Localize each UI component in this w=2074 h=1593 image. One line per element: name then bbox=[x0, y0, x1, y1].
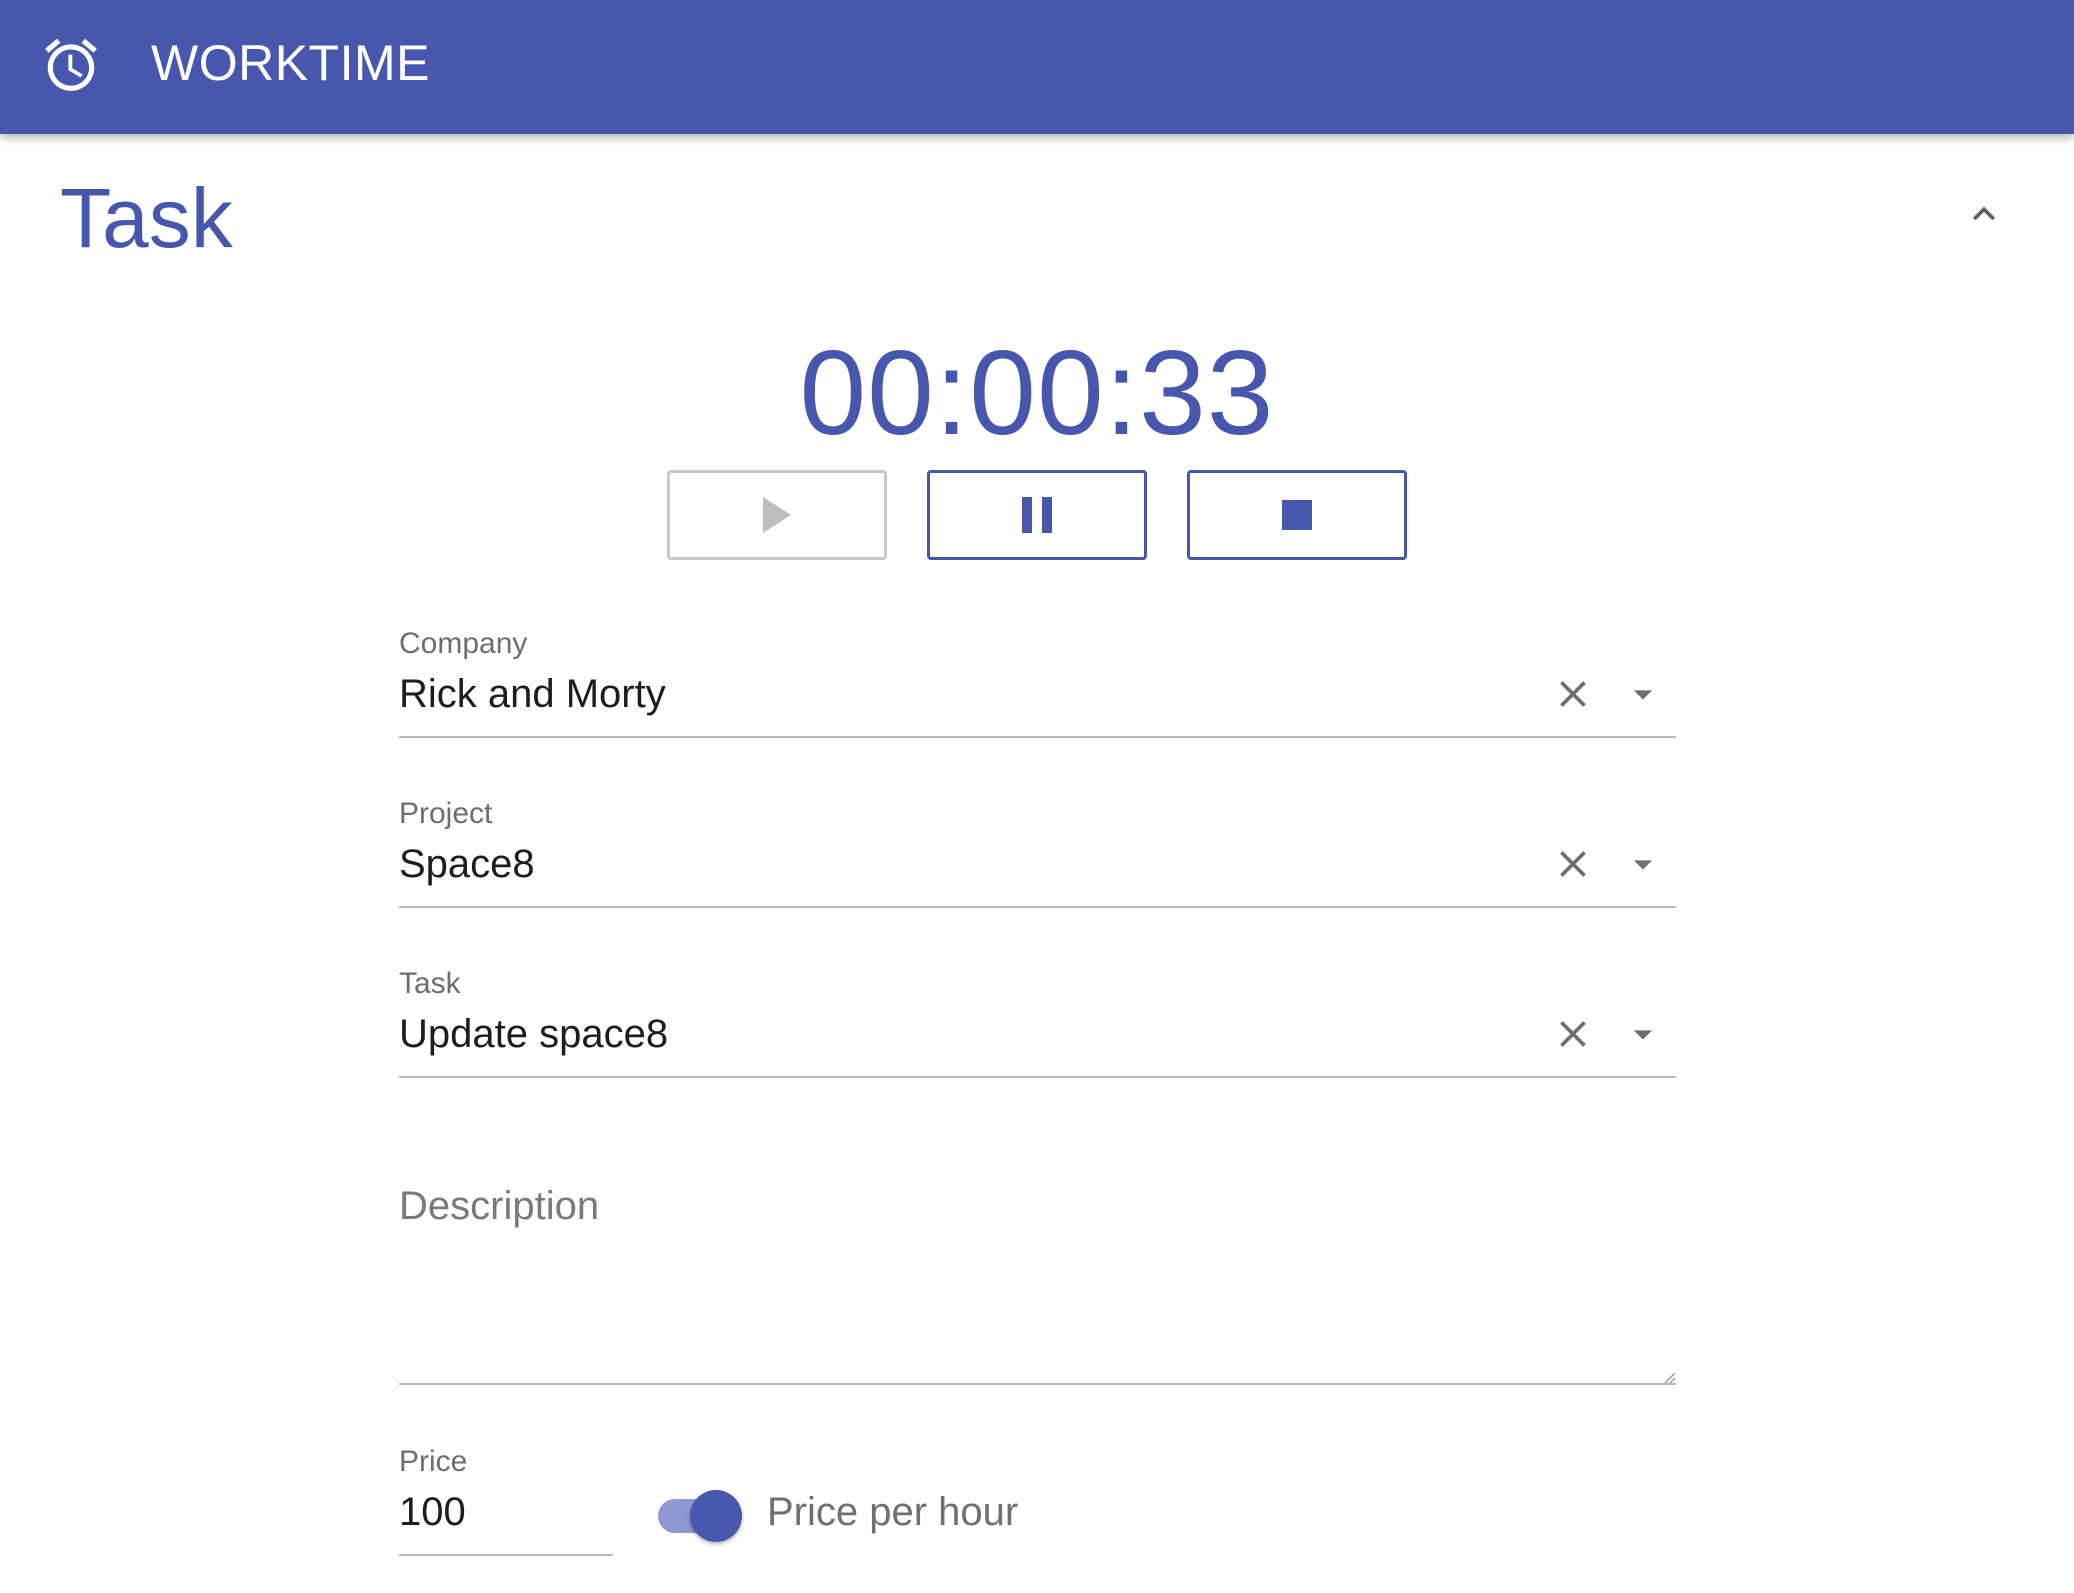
timer-display: 00:00:33 bbox=[799, 326, 1275, 460]
resize-handle-icon[interactable] bbox=[1662, 1370, 1676, 1384]
stop-button[interactable] bbox=[1187, 470, 1407, 560]
close-icon[interactable] bbox=[1551, 1012, 1595, 1056]
price-label: Price bbox=[399, 1445, 468, 1478]
app-title: WORKTIME bbox=[151, 35, 430, 91]
task-select[interactable]: Task Update space8 bbox=[399, 962, 1676, 1082]
company-label: Company bbox=[399, 627, 528, 660]
toggle-thumb bbox=[690, 1490, 742, 1542]
project-underline bbox=[399, 906, 1676, 908]
project-label: Project bbox=[399, 797, 493, 830]
close-icon[interactable] bbox=[1551, 842, 1595, 886]
stop-icon bbox=[1282, 500, 1312, 530]
chevron-down-icon[interactable] bbox=[1621, 1012, 1665, 1056]
section-title: Task bbox=[60, 171, 233, 265]
task-label: Task bbox=[399, 967, 461, 1000]
project-select[interactable]: Project Space8 bbox=[399, 792, 1676, 912]
task-underline bbox=[399, 1076, 1676, 1078]
project-value[interactable]: Space8 bbox=[399, 840, 535, 888]
description-underline bbox=[399, 1383, 1676, 1385]
close-icon[interactable] bbox=[1551, 672, 1595, 716]
pause-icon bbox=[1022, 497, 1052, 533]
play-button[interactable] bbox=[667, 470, 887, 560]
pause-button[interactable] bbox=[927, 470, 1147, 560]
task-value[interactable]: Update space8 bbox=[399, 1010, 668, 1058]
chevron-up-icon[interactable] bbox=[1962, 192, 2006, 236]
description-textarea[interactable]: Description bbox=[399, 1176, 1676, 1386]
company-value[interactable]: Rick and Morty bbox=[399, 670, 666, 718]
price-per-hour-label: Price per hour bbox=[767, 1490, 1019, 1534]
description-placeholder: Description bbox=[399, 1184, 600, 1228]
company-select[interactable]: Company Rick and Morty bbox=[399, 622, 1676, 742]
alarm-clock-icon bbox=[45, 38, 97, 91]
chevron-down-icon[interactable] bbox=[1621, 672, 1665, 716]
price-underline bbox=[399, 1554, 613, 1556]
price-value[interactable]: 100 bbox=[399, 1488, 466, 1536]
chevron-down-icon[interactable] bbox=[1621, 842, 1665, 886]
price-input[interactable]: Price 100 bbox=[399, 1440, 613, 1560]
company-underline bbox=[399, 736, 1676, 738]
price-per-hour-toggle[interactable] bbox=[656, 1484, 746, 1544]
play-icon bbox=[763, 497, 791, 533]
app-bar: WORKTIME bbox=[0, 0, 2074, 134]
